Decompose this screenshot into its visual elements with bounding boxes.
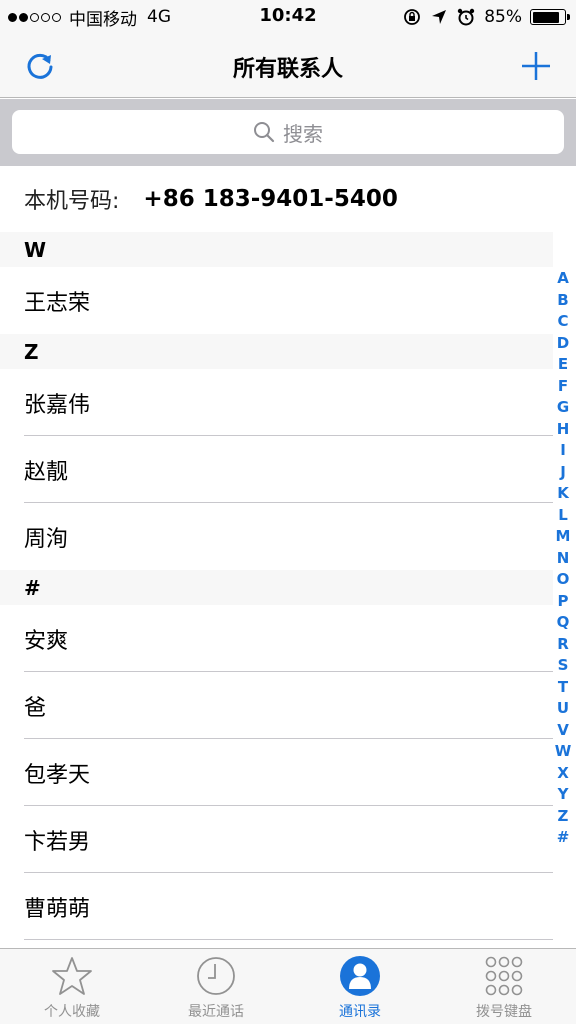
navigation-bar: 所有联系人 [0,34,576,98]
my-number-value: +86 183-9401-5400 [143,186,398,212]
index-letter[interactable]: T [558,677,568,699]
contact-row[interactable]: 安爽 [0,605,553,672]
index-letter[interactable]: B [557,290,568,312]
tab-favorites[interactable]: 个人收藏 [0,949,144,1024]
contact-row[interactable]: 王志荣 [0,267,553,334]
contact-row[interactable]: 周洵 [0,503,553,570]
tab-label: 拨号键盘 [476,1004,532,1020]
tab-recents[interactable]: 最近通话 [144,949,288,1024]
section-header-hash: # [0,570,553,605]
alphabet-index[interactable]: A B C D E F G H I J K L M N O P Q R S T U V W X Y Z # [554,268,572,849]
contacts-icon [340,956,380,996]
page-title: 所有联系人 [232,57,343,82]
contact-row[interactable]: 张嘉伟 [0,369,553,436]
index-letter[interactable]: P [558,591,569,613]
index-letter[interactable]: G [557,397,569,419]
index-letter[interactable]: W [555,741,572,763]
contact-row[interactable]: 卞若男 [0,806,553,873]
index-letter[interactable]: S [558,655,569,677]
star-icon [52,957,92,995]
tab-bar: 个人收藏 最近通话 通讯录 拨号键盘 [0,948,576,1024]
index-letter[interactable]: N [557,548,570,570]
battery-icon [530,9,570,25]
status-bar: 中国移动 4G 10:42 85% [0,0,576,34]
contacts-list: W 王志荣 Z 张嘉伟 赵靓 周洵 # 安爽 爸 包孝天 卞若男 曹萌萌 [0,232,553,940]
contact-row[interactable]: 曹萌萌 [0,873,553,940]
plus-icon [522,52,550,80]
tab-label: 最近通话 [188,1004,244,1020]
index-letter[interactable]: Y [558,784,569,806]
location-icon [432,10,447,24]
add-contact-button[interactable] [516,46,556,86]
contact-row[interactable]: 赵靓 [0,436,553,503]
index-letter[interactable]: E [558,354,568,376]
contact-row[interactable]: 包孝天 [0,739,553,806]
search-placeholder: 搜索 [283,121,323,146]
index-letter[interactable]: U [557,698,569,720]
index-letter[interactable]: I [560,440,566,462]
my-number-row: 本机号码: +86 183-9401-5400 [0,166,553,232]
clock-icon [197,957,235,995]
index-letter[interactable]: C [557,311,568,333]
tab-contacts[interactable]: 通讯录 [288,949,432,1024]
index-letter[interactable]: F [558,376,568,398]
index-letter[interactable]: Q [557,612,570,634]
index-letter[interactable]: O [557,569,570,591]
index-letter[interactable]: D [557,333,569,355]
rotation-lock-icon [404,9,421,25]
index-letter[interactable]: J [560,462,566,484]
tab-label: 通讯录 [339,1004,381,1020]
index-letter[interactable]: X [557,763,569,785]
index-letter[interactable]: L [558,505,568,527]
battery-percent: 85% [484,7,522,27]
alarm-icon [458,8,475,26]
search-input[interactable]: 搜索 [12,110,564,154]
search-icon [254,122,275,143]
section-header-w: W [0,232,553,267]
index-letter[interactable]: K [557,483,569,505]
search-area: 搜索 [0,99,576,166]
index-letter[interactable]: A [557,268,569,290]
index-letter[interactable]: R [557,634,569,656]
my-number-label: 本机号码: [24,189,120,214]
tab-keypad[interactable]: 拨号键盘 [432,949,576,1024]
index-letter[interactable]: # [557,827,570,849]
keypad-icon [485,956,523,996]
tab-label: 个人收藏 [44,1004,100,1020]
index-letter[interactable]: V [557,720,569,742]
index-letter[interactable]: Z [558,806,569,828]
index-letter[interactable]: M [556,526,571,548]
index-letter[interactable]: H [557,419,570,441]
section-header-z: Z [0,334,553,369]
status-right: 85% [402,5,570,29]
contact-row[interactable]: 爸 [0,672,553,739]
